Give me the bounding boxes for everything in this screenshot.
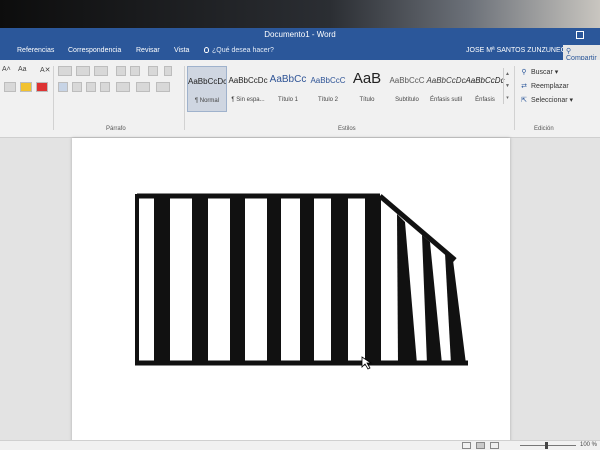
style-subtle-emphasis[interactable]: AaBbCcDc Énfasis sutil <box>426 66 466 112</box>
style-normal[interactable]: AaBbCcDc ¶ Normal <box>187 66 227 112</box>
shading-icon[interactable] <box>136 82 150 92</box>
sort-icon[interactable] <box>148 66 158 76</box>
style-name: Subtítulo <box>395 97 419 103</box>
decrease-indent-icon[interactable] <box>116 66 126 76</box>
fence-slope-rail <box>378 194 457 262</box>
replace-icon: ⇄ <box>521 83 527 90</box>
highlight-icon[interactable] <box>20 82 32 92</box>
align-right-icon[interactable] <box>86 82 96 92</box>
text-effects-icon[interactable] <box>4 82 16 92</box>
bullets-icon[interactable] <box>58 66 72 76</box>
ribbon-tab-bar: Referencias Correspondencia Revisar Vist… <box>0 44 600 64</box>
style-emphasis[interactable]: AaBbCcDc Énfasis <box>465 66 505 112</box>
style-sample: AaBbCcDc <box>465 76 505 85</box>
style-title[interactable]: AaB Título <box>347 66 387 112</box>
fence-slat <box>300 196 314 364</box>
tab-revisar[interactable]: Revisar <box>136 47 160 54</box>
style-sample: AaBbCcDc <box>426 76 466 85</box>
word-window: Documento1 - Word Referencias Correspond… <box>0 28 600 450</box>
show-marks-icon[interactable] <box>164 66 172 76</box>
zoom-level[interactable]: 100 % <box>580 442 597 448</box>
change-case-button[interactable]: Aa <box>18 66 27 73</box>
clear-format-icon[interactable]: A✕ <box>40 66 51 74</box>
fence-slat <box>331 196 348 364</box>
zoom-slider-thumb[interactable] <box>545 442 548 449</box>
style-no-spacing[interactable]: AaBbCcDc ¶ Sin espa... <box>228 66 268 112</box>
style-name: Título <box>359 97 375 103</box>
align-center-icon[interactable] <box>72 82 82 92</box>
replace-label: Reemplazar <box>531 83 569 90</box>
fence-slat <box>267 196 281 364</box>
group-separator <box>514 66 515 130</box>
style-name: ¶ Sin espa... <box>231 97 265 103</box>
editing-group-label: Edición <box>534 126 554 132</box>
paragraph-group-label: Párrafo <box>106 126 126 132</box>
style-sample: AaBbCcC <box>310 76 346 85</box>
style-name: Título 1 <box>277 97 298 103</box>
styles-group-label: Estilos <box>338 126 356 132</box>
fence-slat <box>154 196 170 364</box>
tell-me-box[interactable]: ¿Qué desea hacer? <box>204 47 274 54</box>
numbering-icon[interactable] <box>76 66 90 76</box>
style-name: Énfasis <box>475 97 495 103</box>
fence-slat-tapered <box>445 253 466 364</box>
read-mode-icon[interactable] <box>462 442 471 449</box>
styles-gallery-scroll[interactable]: ▲ ▼ ▾ <box>503 68 511 104</box>
fence-slat <box>230 196 245 364</box>
style-sample: AaBbCc <box>269 74 307 85</box>
tab-correspondencia[interactable]: Correspondencia <box>68 47 121 54</box>
style-heading-2[interactable]: AaBbCcC Título 2 <box>308 66 348 112</box>
window-title: Documento1 - Word <box>264 30 336 39</box>
monitor-bezel <box>0 0 600 30</box>
title-bar: Documento1 - Word <box>0 28 600 44</box>
search-icon: ⚲ <box>521 69 527 76</box>
tell-me-label: ¿Qué desea hacer? <box>212 47 274 54</box>
group-separator <box>184 66 185 130</box>
group-separator <box>53 66 54 130</box>
tab-vista[interactable]: Vista <box>174 47 189 54</box>
person-icon: ⚲ <box>566 48 572 55</box>
style-name: ¶ Normal <box>194 98 220 104</box>
style-subtitle[interactable]: AaBbCcC Subtítulo <box>387 66 427 112</box>
fence-slat-tapered <box>397 214 417 364</box>
align-left-icon[interactable] <box>58 82 68 92</box>
fence-drawing[interactable] <box>72 138 510 444</box>
borders-icon[interactable] <box>156 82 170 92</box>
fence-slat <box>192 196 208 364</box>
document-page[interactable] <box>72 138 510 444</box>
tab-referencias[interactable]: Referencias <box>17 47 54 54</box>
replace-button[interactable]: ⇄ Reemplazar <box>520 82 569 90</box>
user-name[interactable]: JOSE Mª SANTOS ZUNZUNEGUI <box>466 47 573 54</box>
select-button[interactable]: ⇱ Seleccionar ▾ <box>520 96 573 104</box>
fence-slat-tapered <box>422 235 442 364</box>
select-label: Seleccionar <box>531 97 568 104</box>
status-bar: 100 % <box>0 440 600 450</box>
multilevel-list-icon[interactable] <box>94 66 108 76</box>
lightbulb-icon <box>204 47 209 53</box>
zoom-slider[interactable] <box>520 445 576 446</box>
document-area <box>0 138 600 444</box>
style-sample: AaBbCcC <box>389 76 425 85</box>
line-spacing-icon[interactable] <box>116 82 130 92</box>
style-name: Énfasis sutil <box>429 97 462 103</box>
style-sample: AaBbCcDc <box>228 76 268 85</box>
print-layout-icon[interactable] <box>476 442 485 449</box>
maximize-icon[interactable] <box>576 31 584 39</box>
justify-icon[interactable] <box>100 82 110 92</box>
style-heading-1[interactable]: AaBbCc Título 1 <box>268 66 308 112</box>
fence-slat <box>365 196 381 364</box>
increase-indent-icon[interactable] <box>130 66 140 76</box>
style-sample: AaB <box>352 70 382 87</box>
select-cursor-icon: ⇱ <box>521 97 527 104</box>
style-name: Título 2 <box>317 97 338 103</box>
find-label: Buscar <box>531 69 553 76</box>
font-size-increase-icon[interactable]: A˄ <box>2 66 11 73</box>
font-color-icon[interactable] <box>36 82 48 92</box>
style-sample: AaBbCcDc <box>188 77 226 86</box>
ribbon: A˄ Aa A✕ Párrafo AaBbCcDc ¶ Normal AaBbC… <box>0 60 600 138</box>
web-layout-icon[interactable] <box>490 442 499 449</box>
find-button[interactable]: ⚲ Buscar ▾ <box>520 68 558 76</box>
